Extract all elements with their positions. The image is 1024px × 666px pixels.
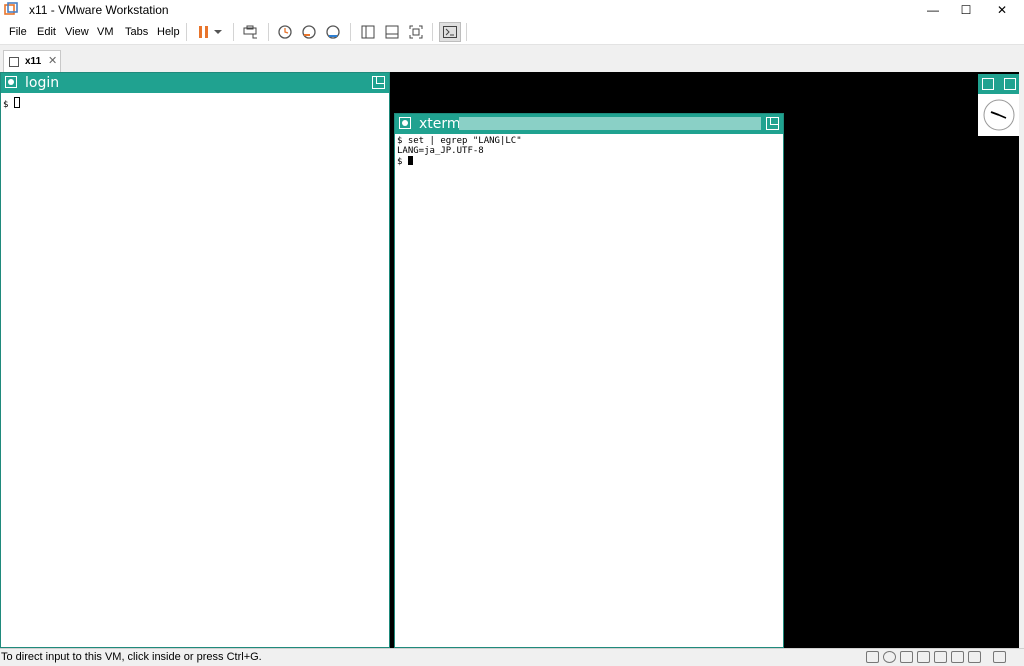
sound-card-icon[interactable] [934,651,947,663]
login-prompt: $ [3,100,14,110]
term-line-1: $ set | egrep "LANG|LC" [397,136,522,146]
vm-running-icon [9,57,19,67]
text-cursor [407,156,413,165]
usb-device-icon[interactable] [917,651,930,663]
vm-console[interactable]: login $ xterm $ set | egrep "LANG|LC" LA… [0,72,1019,648]
tab-label: x11 [25,56,42,67]
sidebar-icon[interactable] [357,22,379,42]
resize-icon[interactable] [1004,78,1016,90]
toolbar-separator [432,23,433,41]
printer-icon[interactable] [951,651,964,663]
toolbar-separator [350,23,351,41]
close-button[interactable]: ✕ [985,0,1019,20]
text-cursor [13,97,20,108]
toolbar-separator [466,23,467,41]
resize-icon[interactable] [766,117,779,130]
iconify-icon[interactable] [399,117,411,129]
iconify-icon[interactable] [5,76,17,88]
window-titlebar: x11 - VMware Workstation — ☐ ✕ [0,0,1024,20]
xterm-window-title: xterm [419,116,461,132]
tab-x11[interactable]: x11 ✕ [3,50,61,73]
term-line-3: $ [397,157,408,167]
window-title: x11 - VMware Workstation [29,3,169,17]
menu-help[interactable]: Help [157,26,180,38]
fullscreen-icon[interactable] [405,22,427,42]
toolbar-separator [186,23,187,41]
minimize-button[interactable]: — [916,0,950,20]
revert-snapshot-icon[interactable] [298,22,320,42]
display-icon[interactable] [968,651,981,663]
term-line-2: LANG=ja_JP.UTF-8 [397,146,484,156]
hard-disk-icon[interactable] [866,651,879,663]
menu-file[interactable]: File [9,26,27,38]
vertical-scrollbar[interactable] [1019,72,1024,648]
dropdown-arrow-icon[interactable] [211,22,225,42]
toolbar-separator [233,23,234,41]
console-view-icon[interactable] [439,22,461,42]
xclock-window[interactable] [978,74,1019,136]
login-titlebar[interactable]: login [1,73,389,93]
snapshot-icon[interactable] [274,22,296,42]
xterm-terminal-text: $ set | egrep "LANG|LC" LANG=ja_JP.UTF-8… [397,136,522,167]
toolbar-separator [268,23,269,41]
manage-snapshots-icon[interactable] [322,22,344,42]
login-window-title: login [25,75,60,91]
xclock-titlebar[interactable] [978,74,1019,94]
status-message: To direct input to this VM, click inside… [1,651,262,663]
menu-view[interactable]: View [65,26,89,38]
resize-icon[interactable] [372,76,385,89]
iconify-icon[interactable] [982,78,994,90]
menu-tabs[interactable]: Tabs [125,26,148,38]
xterm-window[interactable]: xterm $ set | egrep "LANG|LC" LANG=ja_JP… [394,113,784,648]
thumbnail-bar-icon[interactable] [381,22,403,42]
network-adapter-icon[interactable] [900,651,913,663]
message-log-icon[interactable] [993,651,1006,663]
title-highlight [459,117,761,130]
cd-rom-icon[interactable] [883,651,896,663]
login-terminal-text: $ [3,97,20,110]
menu-vm[interactable]: VM [97,26,114,38]
vmware-app-icon [4,2,18,15]
xterm-titlebar[interactable]: xterm [395,114,783,134]
send-ctrl-alt-del-icon[interactable] [240,22,262,42]
maximize-button[interactable]: ☐ [949,0,983,20]
menu-edit[interactable]: Edit [37,26,56,38]
login-window[interactable]: login $ [0,72,390,648]
clock-icon [983,99,1015,131]
tab-close-icon[interactable]: ✕ [48,54,57,67]
menu-toolbar: File Edit View VM Tabs Help [0,20,1024,44]
status-bar: To direct input to this VM, click inside… [0,648,1024,666]
tab-strip: x11 ✕ [0,44,1024,73]
